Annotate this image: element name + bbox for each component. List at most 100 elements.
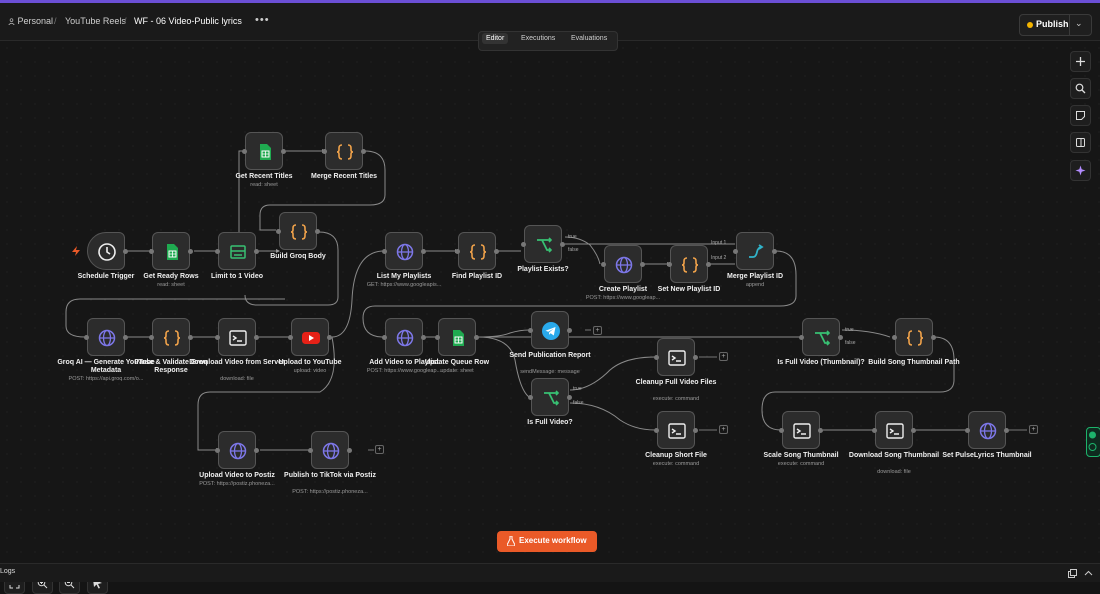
node-port-out[interactable]: [911, 428, 916, 433]
node-recent-titles[interactable]: [245, 132, 283, 170]
node-port-in[interactable]: [215, 335, 220, 340]
sticky-note-button[interactable]: [1070, 105, 1091, 126]
node-port-in[interactable]: [288, 335, 293, 340]
logs-panel-bar[interactable]: Logs: [0, 563, 1100, 582]
add-node-button[interactable]: +: [593, 326, 602, 335]
node-port-out[interactable]: [838, 335, 843, 340]
node-port-out[interactable]: [123, 335, 128, 340]
node-port-in[interactable]: [667, 262, 672, 267]
node-port-out[interactable]: [421, 335, 426, 340]
node-port-out[interactable]: [361, 149, 366, 154]
node-set-thumb[interactable]: [968, 411, 1006, 449]
node-port-in[interactable]: [528, 328, 533, 333]
more-options-icon[interactable]: •••: [255, 14, 270, 26]
ai-assistant-button[interactable]: [1070, 160, 1091, 181]
node-port-out[interactable]: [818, 428, 823, 433]
add-node-button[interactable]: +: [375, 445, 384, 454]
node-is-full-thumb[interactable]: [802, 318, 840, 356]
node-schedule[interactable]: [87, 232, 125, 270]
panel-toggle-button[interactable]: [1070, 132, 1091, 153]
node-groq-body[interactable]: [279, 212, 317, 250]
side-extension-badge[interactable]: [1086, 427, 1100, 457]
node-limit[interactable]: [218, 232, 256, 270]
node-upload-yt[interactable]: [291, 318, 329, 356]
node-parse[interactable]: [152, 318, 190, 356]
node-port-out[interactable]: [281, 149, 286, 154]
add-node-button[interactable]: +: [719, 352, 728, 361]
node-port-in[interactable]: [892, 335, 897, 340]
node-port-out[interactable]: [567, 328, 572, 333]
node-port-in[interactable]: [382, 335, 387, 340]
node-port-out[interactable]: [327, 335, 332, 340]
node-port-in[interactable]: [276, 229, 281, 234]
node-port-out[interactable]: [560, 242, 565, 247]
logs-toggle-icon[interactable]: [1068, 569, 1077, 578]
node-port-out[interactable]: [772, 249, 777, 254]
search-button[interactable]: [1070, 78, 1091, 99]
tab-evaluations[interactable]: Evaluations: [571, 35, 607, 42]
node-port-out[interactable]: [693, 355, 698, 360]
node-port-in[interactable]: [455, 249, 460, 254]
node-ready-rows[interactable]: [152, 232, 190, 270]
node-send-report[interactable]: [531, 311, 569, 349]
node-port-out[interactable]: [123, 249, 128, 254]
node-port-in[interactable]: [654, 355, 659, 360]
node-find-playlist[interactable]: [458, 232, 496, 270]
node-port-in[interactable]: [733, 249, 738, 254]
node-port-out[interactable]: [315, 229, 320, 234]
node-port-in[interactable]: [215, 249, 220, 254]
node-port-out[interactable]: [188, 249, 193, 254]
node-download-thumb[interactable]: [875, 411, 913, 449]
node-thumb-path[interactable]: [895, 318, 933, 356]
node-port-in[interactable]: [521, 242, 526, 247]
node-update-row[interactable]: [438, 318, 476, 356]
node-groq-ai[interactable]: [87, 318, 125, 356]
node-port-in[interactable]: [322, 149, 327, 154]
node-port-in[interactable]: [84, 335, 89, 340]
node-port-in[interactable]: [799, 335, 804, 340]
node-port-out[interactable]: [567, 395, 572, 400]
node-port-in[interactable]: [149, 335, 154, 340]
chevron-down-icon[interactable]: ⌄: [1075, 18, 1083, 29]
workflow-name[interactable]: WF - 06 Video-Public lyrics: [134, 16, 242, 26]
add-node-toolbar-button[interactable]: [1070, 51, 1091, 72]
node-merge-titles[interactable]: [325, 132, 363, 170]
node-create-playlist[interactable]: [604, 245, 642, 283]
node-add-playlist[interactable]: [385, 318, 423, 356]
node-port-in[interactable]: [308, 448, 313, 453]
node-port-out[interactable]: [1004, 428, 1009, 433]
node-port-out[interactable]: [640, 262, 645, 267]
node-port-out[interactable]: [254, 448, 259, 453]
node-download-video[interactable]: [218, 318, 256, 356]
node-port-out[interactable]: [188, 335, 193, 340]
node-port-in[interactable]: [601, 262, 606, 267]
node-port-in[interactable]: [872, 428, 877, 433]
node-postiz-upload[interactable]: [218, 431, 256, 469]
node-cleanup-short[interactable]: [657, 411, 695, 449]
node-port-out[interactable]: [347, 448, 352, 453]
breadcrumb-folder[interactable]: YouTube Reels: [65, 16, 126, 26]
chevron-up-icon[interactable]: [1084, 569, 1093, 578]
node-tiktok[interactable]: [311, 431, 349, 469]
node-port-in[interactable]: [149, 249, 154, 254]
publish-button[interactable]: Publish ⌄: [1019, 14, 1092, 36]
breadcrumb-personal[interactable]: Personal: [8, 16, 53, 26]
node-port-in[interactable]: [215, 448, 220, 453]
node-port-in[interactable]: [965, 428, 970, 433]
node-port-out[interactable]: [494, 249, 499, 254]
node-port-out[interactable]: [706, 262, 711, 267]
add-node-button[interactable]: +: [1029, 425, 1038, 434]
node-port-in[interactable]: [435, 335, 440, 340]
node-port-in[interactable]: [382, 249, 387, 254]
node-port-out[interactable]: [931, 335, 936, 340]
tab-executions[interactable]: Executions: [521, 35, 555, 42]
node-cleanup-full[interactable]: [657, 338, 695, 376]
node-port-in[interactable]: [654, 428, 659, 433]
workflow-canvas[interactable]: true false Input 1 Input 2 true false tr…: [0, 41, 1100, 594]
node-list-playlists[interactable]: [385, 232, 423, 270]
node-port-out[interactable]: [421, 249, 426, 254]
node-set-playlist[interactable]: [670, 245, 708, 283]
node-port-in[interactable]: [528, 395, 533, 400]
node-is-full[interactable]: [531, 378, 569, 416]
add-node-button[interactable]: +: [719, 425, 728, 434]
